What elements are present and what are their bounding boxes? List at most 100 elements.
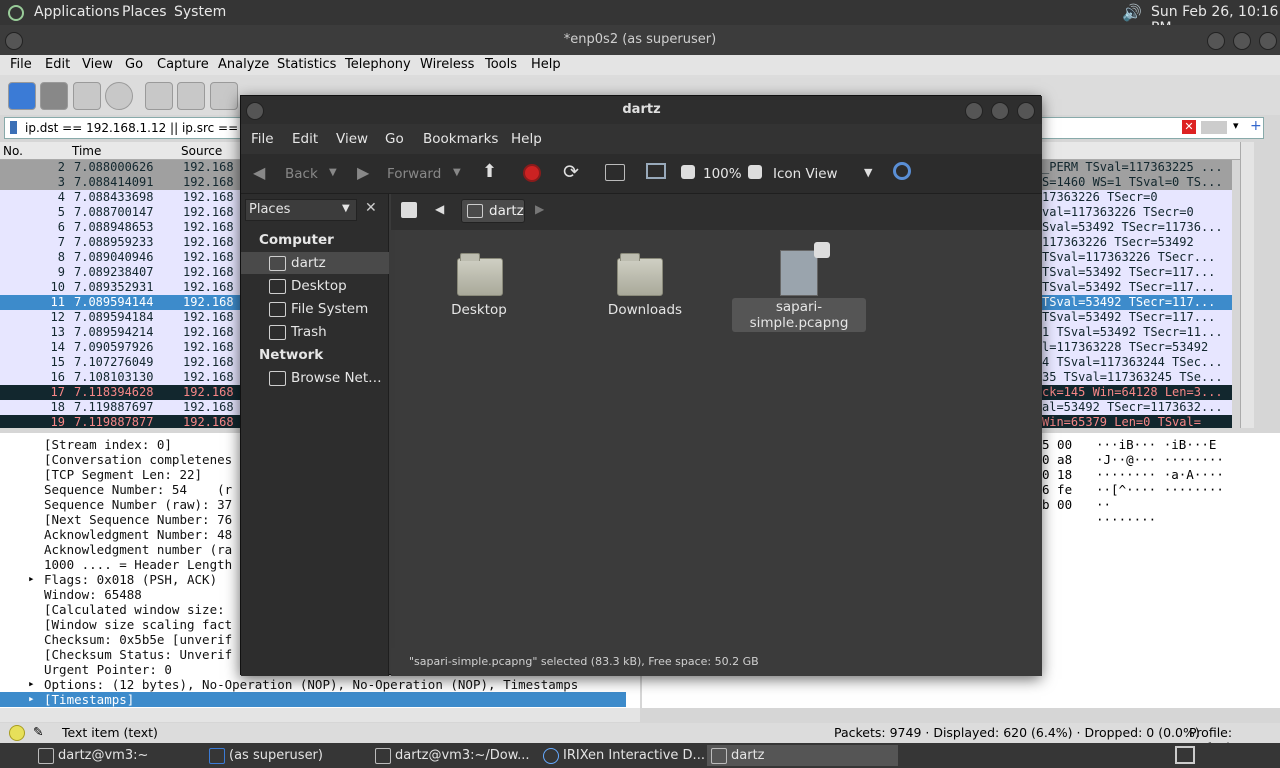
- home-folder-icon[interactable]: [605, 164, 625, 181]
- window-menu-button[interactable]: [5, 32, 23, 50]
- detail-line[interactable]: [Stream index: 0]: [44, 437, 172, 452]
- sidebar-mode-select[interactable]: Places ▼: [245, 199, 357, 221]
- sidebar-item-desktop[interactable]: Desktop: [241, 275, 389, 297]
- fm-menu-view[interactable]: View: [336, 131, 368, 147]
- zoom-in-icon[interactable]: [748, 165, 762, 179]
- clear-filter-icon[interactable]: ✕: [1182, 120, 1196, 134]
- column-source[interactable]: Source: [181, 144, 222, 158]
- expand-arrow-icon[interactable]: ▸: [28, 692, 35, 705]
- task-terminal-home[interactable]: dartz@vm3:~: [34, 745, 218, 766]
- maximize-button[interactable]: [1233, 32, 1251, 50]
- detail-line[interactable]: Urgent Pointer: 0: [44, 662, 172, 677]
- fm-maximize-button[interactable]: [991, 102, 1009, 120]
- menu-telephony[interactable]: Telephony: [345, 57, 411, 72]
- byte-ascii[interactable]: ···iB··· ·iB···E: [1096, 437, 1216, 452]
- detail-line[interactable]: Acknowledgment Number: 48: [44, 527, 232, 542]
- menu-tools[interactable]: Tools: [485, 57, 517, 72]
- detail-line[interactable]: [Next Sequence Number: 76: [44, 512, 232, 527]
- menu-go[interactable]: Go: [125, 57, 143, 72]
- detail-line[interactable]: Options: (12 bytes), No-Operation (NOP),…: [44, 677, 578, 692]
- show-desktop-icon[interactable]: [1175, 746, 1195, 764]
- byte-hex[interactable]: 5 00: [1042, 437, 1072, 452]
- filter-dropdown-icon[interactable]: ▾: [1233, 119, 1239, 132]
- edit-location-icon[interactable]: [401, 202, 417, 218]
- byte-ascii[interactable]: ········: [1096, 512, 1156, 527]
- detail-line[interactable]: [Conversation completenes: [44, 452, 232, 467]
- task-terminal-downloads[interactable]: dartz@vm3:~/Dow...: [371, 745, 555, 766]
- path-left-arrow-icon[interactable]: ◀: [435, 202, 444, 216]
- apply-filter-arrow-icon[interactable]: [1201, 121, 1227, 134]
- save-file-icon[interactable]: [177, 82, 205, 110]
- detail-line[interactable]: [TCP Segment Len: 22]: [44, 467, 202, 482]
- path-button-dartz[interactable]: dartz: [461, 199, 525, 223]
- minimize-button[interactable]: [1207, 32, 1225, 50]
- view-mode-select[interactable]: Icon View: [773, 166, 838, 182]
- fm-menu-file[interactable]: File: [251, 131, 274, 147]
- byte-hex[interactable]: b 00: [1042, 497, 1072, 512]
- up-parent-icon[interactable]: ⬆: [482, 161, 497, 182]
- detail-line[interactable]: [Timestamps]: [0, 692, 626, 707]
- sidebar-item-dartz[interactable]: dartz: [241, 252, 389, 274]
- byte-ascii[interactable]: ········ ·a·A····: [1096, 467, 1224, 482]
- detail-line[interactable]: [Checksum Status: Unverif: [44, 647, 232, 662]
- task-browser[interactable]: IRIXen Interactive D...: [539, 745, 728, 766]
- column-no[interactable]: No.: [3, 144, 23, 158]
- path-right-arrow-icon[interactable]: ▶: [535, 202, 544, 216]
- display-filter-input[interactable]: ip.dst == 192.168.1.12 || ip.src == 192.…: [25, 121, 276, 135]
- view-mode-dropdown-icon[interactable]: ▼: [864, 166, 872, 179]
- byte-hex[interactable]: 0 a8: [1042, 452, 1072, 467]
- menu-wireless[interactable]: Wireless: [420, 57, 474, 72]
- details-hscrollbar[interactable]: [0, 708, 640, 722]
- volume-icon[interactable]: 🔊: [1122, 3, 1142, 22]
- menu-capture[interactable]: Capture: [157, 57, 209, 72]
- back-arrow-icon[interactable]: ◀: [253, 163, 265, 182]
- detail-line[interactable]: [Calculated window size:: [44, 602, 225, 617]
- reload-icon[interactable]: ⟳: [563, 161, 579, 183]
- fm-close-button[interactable]: [1017, 102, 1035, 120]
- fm-menu-go[interactable]: Go: [385, 131, 404, 147]
- detail-line[interactable]: Checksum: 0x5b5e [unverif: [44, 632, 232, 647]
- detail-line[interactable]: Sequence Number: 54 (r: [44, 482, 232, 497]
- fm-menu-help[interactable]: Help: [511, 131, 542, 147]
- close-button[interactable]: [1259, 32, 1277, 50]
- search-icon[interactable]: [893, 162, 911, 180]
- menu-view[interactable]: View: [82, 57, 113, 72]
- byte-ascii[interactable]: ··[^···· ········: [1096, 482, 1224, 497]
- close-file-icon[interactable]: [210, 82, 238, 110]
- sidebar-item-trash[interactable]: Trash: [241, 321, 389, 343]
- stop-icon[interactable]: [523, 164, 541, 182]
- distro-logo-icon[interactable]: [8, 5, 24, 21]
- file-item-downloads[interactable]: Downloads: [601, 250, 711, 320]
- detail-line[interactable]: Flags: 0x018 (PSH, ACK): [44, 572, 217, 587]
- byte-ascii[interactable]: ·J··@··· ········: [1096, 452, 1224, 467]
- places-menu[interactable]: Places: [122, 4, 167, 20]
- menu-file[interactable]: File: [10, 57, 32, 72]
- column-time[interactable]: Time: [72, 144, 101, 158]
- capture-options-gear-icon[interactable]: [105, 82, 133, 110]
- zoom-out-icon[interactable]: [681, 165, 695, 179]
- menu-statistics[interactable]: Statistics: [277, 57, 336, 72]
- file-item-desktop[interactable]: Desktop: [445, 250, 555, 320]
- restart-capture-icon[interactable]: [73, 82, 101, 110]
- sidebar-item-file-system[interactable]: File System: [241, 298, 389, 320]
- byte-ascii[interactable]: ··: [1096, 497, 1156, 512]
- open-folder-icon[interactable]: [145, 82, 173, 110]
- file-item-pcapng[interactable]: sapari-simple.pcapng: [730, 240, 870, 332]
- detail-line[interactable]: Window: 65488: [44, 587, 142, 602]
- bookmark-icon[interactable]: [10, 121, 17, 134]
- shark-fin-start-icon[interactable]: [8, 82, 36, 110]
- fm-menu-bookmarks[interactable]: Bookmarks: [423, 131, 498, 147]
- detail-line[interactable]: Sequence Number (raw): 37: [44, 497, 232, 512]
- menu-edit[interactable]: Edit: [45, 57, 70, 72]
- menu-analyze[interactable]: Analyze: [218, 57, 269, 72]
- expand-arrow-icon[interactable]: ▸: [28, 677, 35, 690]
- forward-history-dropdown-icon[interactable]: ▼: [453, 167, 461, 178]
- expert-info-indicator-icon[interactable]: [9, 725, 25, 741]
- add-filter-button-icon[interactable]: +: [1250, 118, 1262, 134]
- applications-menu[interactable]: Applications: [34, 4, 120, 20]
- stop-capture-icon[interactable]: [40, 82, 68, 110]
- detail-line[interactable]: [Window size scaling fact: [44, 617, 232, 632]
- byte-hex[interactable]: 6 fe: [1042, 482, 1072, 497]
- task-wireshark[interactable]: (as superuser): [205, 745, 389, 766]
- fm-minimize-button[interactable]: [965, 102, 983, 120]
